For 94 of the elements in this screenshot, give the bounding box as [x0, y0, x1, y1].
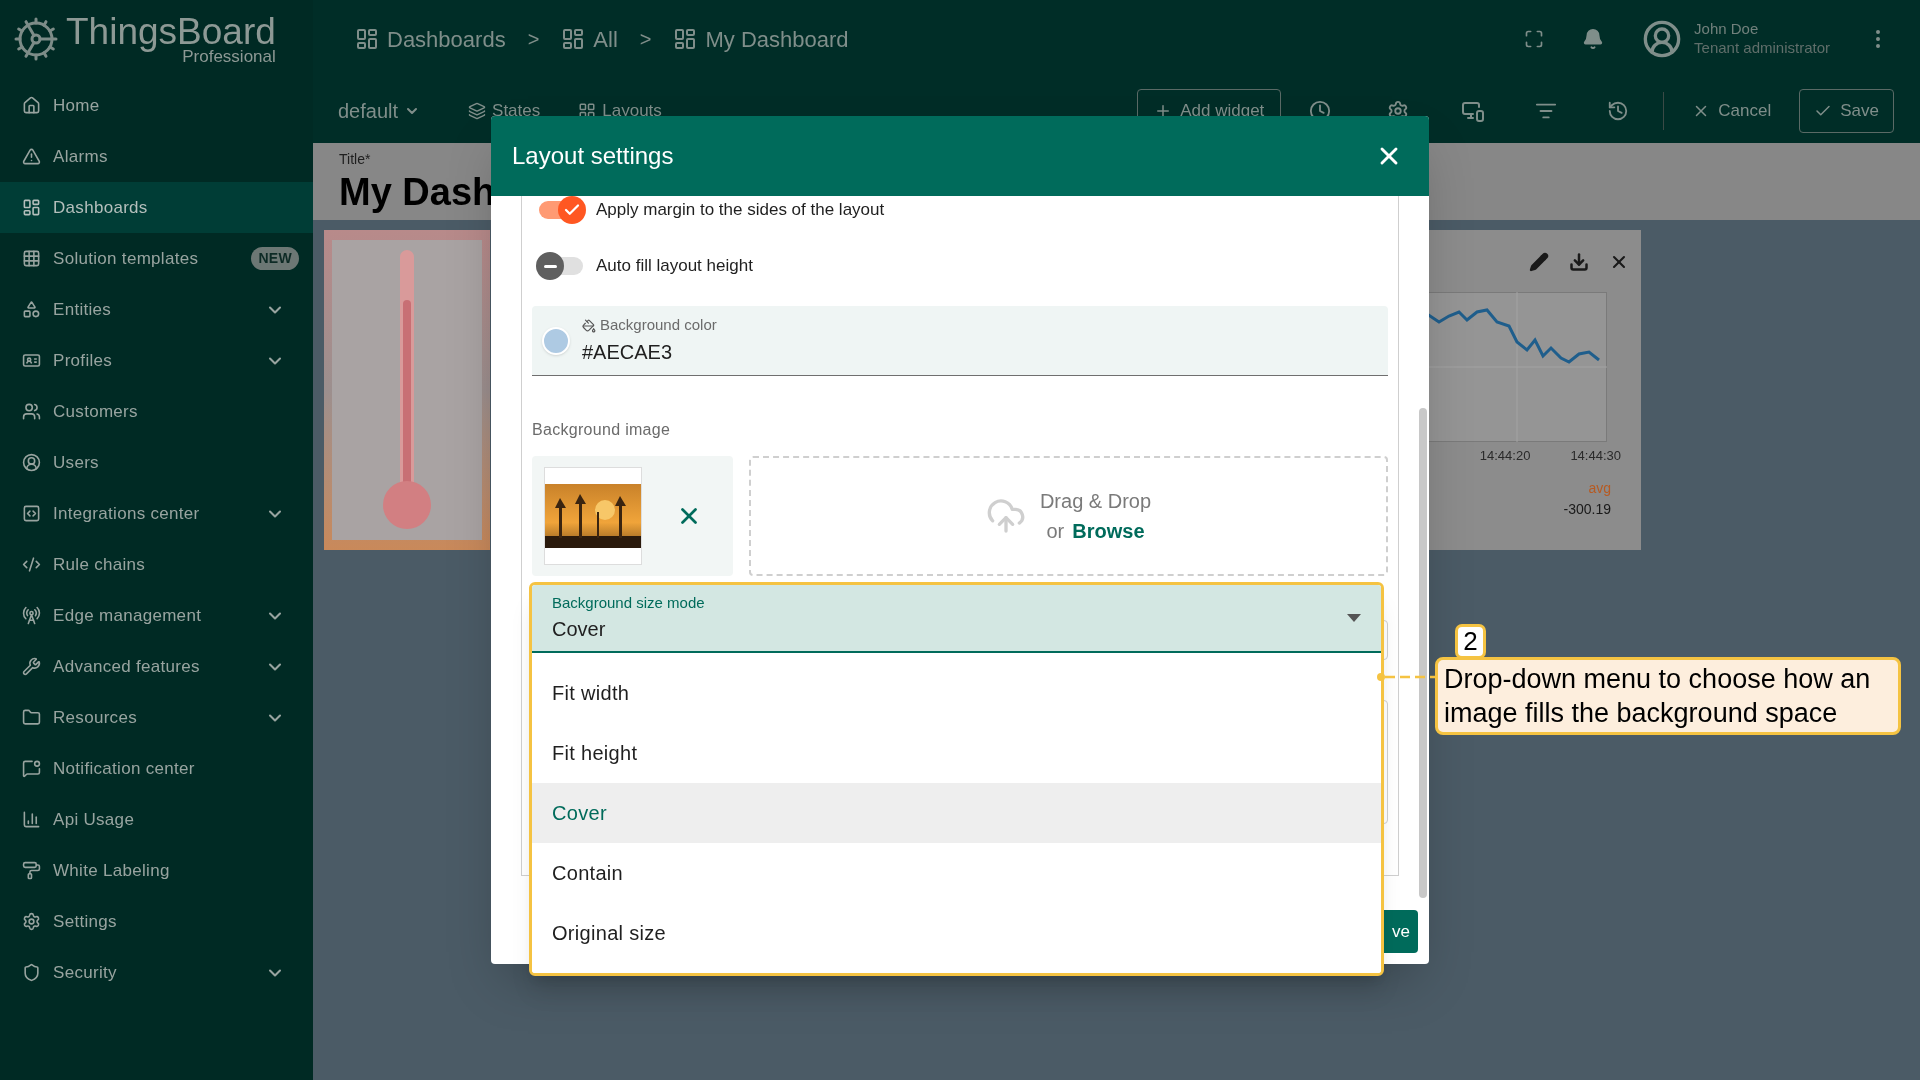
browse-link[interactable]: Browse — [1072, 516, 1145, 546]
grid-icon — [22, 249, 41, 268]
sidebar-item[interactable]: Alarms — [0, 131, 313, 182]
dashboard-icon — [561, 27, 586, 51]
toggle-label: Auto fill layout height — [596, 255, 753, 278]
cancel-button[interactable]: Cancel — [1680, 88, 1784, 133]
legend-value: -300.19 — [1563, 499, 1611, 519]
people-icon — [22, 402, 41, 421]
breadcrumb-link[interactable]: My Dashboard — [673, 22, 849, 56]
sidebar-item[interactable]: Home — [0, 80, 313, 131]
sidebar-item[interactable]: Rule chains — [0, 539, 313, 590]
notifications-icon[interactable] — [1582, 28, 1605, 50]
logo-title: ThingsBoard — [66, 13, 276, 50]
toggle-label: Apply margin to the sides of the layout — [596, 199, 885, 222]
antenna-icon — [22, 606, 41, 625]
avatar-icon[interactable] — [1642, 19, 1683, 59]
axis-tick-label: 14:44:20 — [1479, 447, 1531, 465]
step-number: 2 — [1455, 624, 1486, 659]
settings-icon — [22, 912, 41, 931]
download-icon[interactable] — [1569, 252, 1589, 272]
shapes-icon — [22, 300, 41, 319]
folder-icon — [22, 708, 41, 727]
id-card-icon — [22, 351, 41, 370]
fullscreen-icon[interactable] — [1524, 29, 1545, 49]
toolbar-link[interactable]: States — [468, 97, 541, 124]
paint-roller-icon — [22, 861, 41, 880]
caret-icon — [1347, 614, 1361, 622]
code-icon — [22, 555, 41, 574]
background-color-field[interactable]: Background color #AECAE3 — [532, 306, 1388, 376]
dashboard-icon — [673, 27, 698, 51]
sidebar-item[interactable]: Profiles — [0, 335, 313, 386]
save-button[interactable]: Save — [1799, 88, 1894, 133]
field-label: Background color — [600, 315, 717, 336]
chat-icon — [22, 759, 41, 778]
drop-zone[interactable]: Drag & Drop or Browse — [749, 456, 1388, 576]
sidebar-item[interactable]: Edge management — [0, 590, 313, 641]
dashboard-title: My Dash — [339, 170, 496, 214]
dialog-button[interactable]: ve — [1384, 910, 1418, 953]
sidebar-item[interactable]: Integrations center — [0, 488, 313, 539]
new-badge: NEW — [251, 247, 299, 270]
axis-tick-label: 14:44:30 — [1570, 447, 1621, 465]
sidebar-item[interactable]: Notification center — [0, 743, 313, 794]
legend-label: avg — [1588, 478, 1611, 498]
history-icon[interactable] — [1607, 99, 1630, 122]
edit-icon[interactable] — [1529, 252, 1549, 272]
dropdown-option[interactable]: Cover — [532, 783, 1381, 843]
dropdown-option[interactable]: Fit height — [532, 723, 1381, 783]
dialog-title: Layout settings — [512, 141, 674, 171]
shield-icon — [22, 963, 41, 982]
breadcrumb-link[interactable]: Dashboards — [355, 22, 506, 56]
field-value: Cover — [552, 617, 607, 643]
color-swatch — [542, 326, 570, 355]
dashboard-icon — [355, 27, 379, 51]
callout-text: Drop-down menu to choose how an image fills the background space — [1435, 657, 1901, 735]
warning-icon — [22, 147, 41, 166]
sidebar-item[interactable]: Users — [0, 437, 313, 488]
size-mode-select[interactable]: Background size mode Cover — [532, 585, 1381, 653]
drop-text: Drag & Drop — [1039, 489, 1152, 514]
title-label: Title* — [339, 150, 371, 169]
paint-bucket-icon — [582, 318, 596, 333]
sidebar-item[interactable]: Api Usage — [0, 794, 313, 845]
sidebar-item[interactable]: Resources — [0, 692, 313, 743]
sidebar-item[interactable]: Customers — [0, 386, 313, 437]
user-role: Tenant administrator — [1694, 39, 1830, 58]
bar-chart-icon — [22, 810, 41, 829]
sidebar-item[interactable]: Dashboards — [0, 182, 313, 233]
minus-icon — [543, 264, 557, 268]
wrench-icon — [22, 657, 41, 676]
sidebar-item[interactable]: Security — [0, 947, 313, 998]
user-name: John Doe — [1694, 20, 1760, 39]
dropdown-option[interactable]: Original size — [532, 903, 1381, 963]
dashboard-icon — [22, 198, 41, 217]
sidebar-item[interactable]: White Labeling — [0, 845, 313, 896]
code-box-icon — [22, 504, 41, 523]
dropdown-option[interactable]: Contain — [532, 843, 1381, 903]
or-text: or — [1046, 519, 1065, 544]
state-select[interactable]: default — [338, 95, 421, 126]
logo-icon — [12, 15, 60, 63]
breadcrumb-separator: > — [639, 27, 652, 52]
field-label: Background size mode — [552, 592, 706, 613]
breadcrumb-link[interactable]: All — [561, 22, 618, 56]
logo-edition: Professional — [182, 48, 276, 65]
section-label: Background image — [532, 420, 672, 440]
sidebar-item[interactable]: Solution templates NEW — [0, 233, 313, 284]
toolbar-link[interactable]: Layouts — [578, 97, 662, 124]
sidebar-item[interactable]: Entities — [0, 284, 313, 335]
sidebar-item[interactable]: Advanced features — [0, 641, 313, 692]
home-icon — [22, 96, 41, 115]
field-value: #AECAE3 — [582, 339, 674, 365]
sidebar-item[interactable]: Settings — [0, 896, 313, 947]
layers-icon — [468, 101, 487, 120]
breadcrumb-separator: > — [527, 27, 540, 52]
dropdown-option[interactable]: Fit width — [532, 663, 1381, 723]
user-icon — [22, 453, 41, 472]
